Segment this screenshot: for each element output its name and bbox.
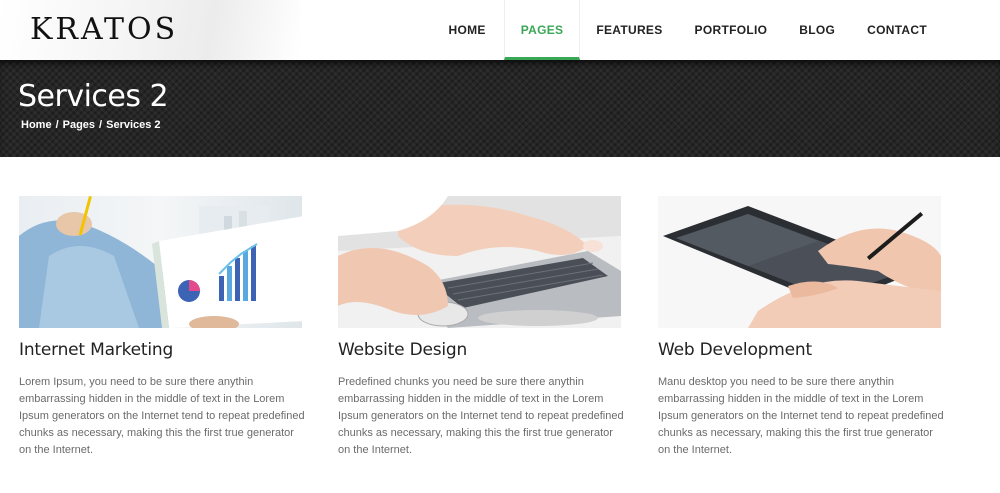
- service-description: Predefined chunks you need be sure there…: [338, 376, 624, 456]
- breadcrumb-separator: /: [99, 119, 103, 131]
- breadcrumb-home[interactable]: Home: [21, 119, 52, 131]
- nav-features[interactable]: FEATURES: [580, 0, 678, 60]
- page-banner: Services 2 Home / Pages / Services 2: [0, 60, 1000, 157]
- service-card-internet-marketing: Internet Marketing Lorem Ipsum, you need…: [19, 196, 305, 459]
- design-photo: [338, 196, 621, 328]
- nav-portfolio[interactable]: PORTFOLIO: [679, 0, 784, 60]
- service-title[interactable]: Website Design: [338, 340, 621, 360]
- service-image-web-development[interactable]: [658, 196, 941, 328]
- breadcrumb-pages[interactable]: Pages: [63, 119, 95, 131]
- service-title[interactable]: Web Development: [658, 340, 941, 360]
- service-card-website-design: Website Design Predefined chunks you nee…: [338, 196, 624, 459]
- service-image-internet-marketing[interactable]: [19, 196, 302, 328]
- marketing-photo: [19, 196, 302, 328]
- service-description: Lorem Ipsum, you need to be sure there a…: [19, 376, 305, 456]
- service-description: Manu desktop you need to be sure there a…: [658, 376, 944, 456]
- nav-pages[interactable]: PAGES: [503, 0, 581, 60]
- site-logo[interactable]: KRATOS: [30, 12, 178, 47]
- nav-blog[interactable]: BLOG: [783, 0, 851, 60]
- site-header: KRATOS HOME PAGES FEATURES PORTFOLIO BLO…: [0, 0, 1000, 60]
- service-image-website-design[interactable]: [338, 196, 621, 328]
- development-photo: [658, 196, 941, 328]
- breadcrumb-separator: /: [55, 119, 59, 131]
- nav-contact[interactable]: CONTACT: [851, 0, 943, 60]
- service-title[interactable]: Internet Marketing: [19, 340, 302, 360]
- nav-home[interactable]: HOME: [433, 0, 502, 60]
- page-title: Services 2: [18, 79, 169, 114]
- service-card-web-development: Web Development Manu desktop you need to…: [658, 196, 944, 459]
- breadcrumb: Home / Pages / Services 2: [21, 119, 161, 131]
- main-nav: HOME PAGES FEATURES PORTFOLIO BLOG CONTA…: [433, 0, 1000, 60]
- breadcrumb-current: Services 2: [106, 119, 161, 131]
